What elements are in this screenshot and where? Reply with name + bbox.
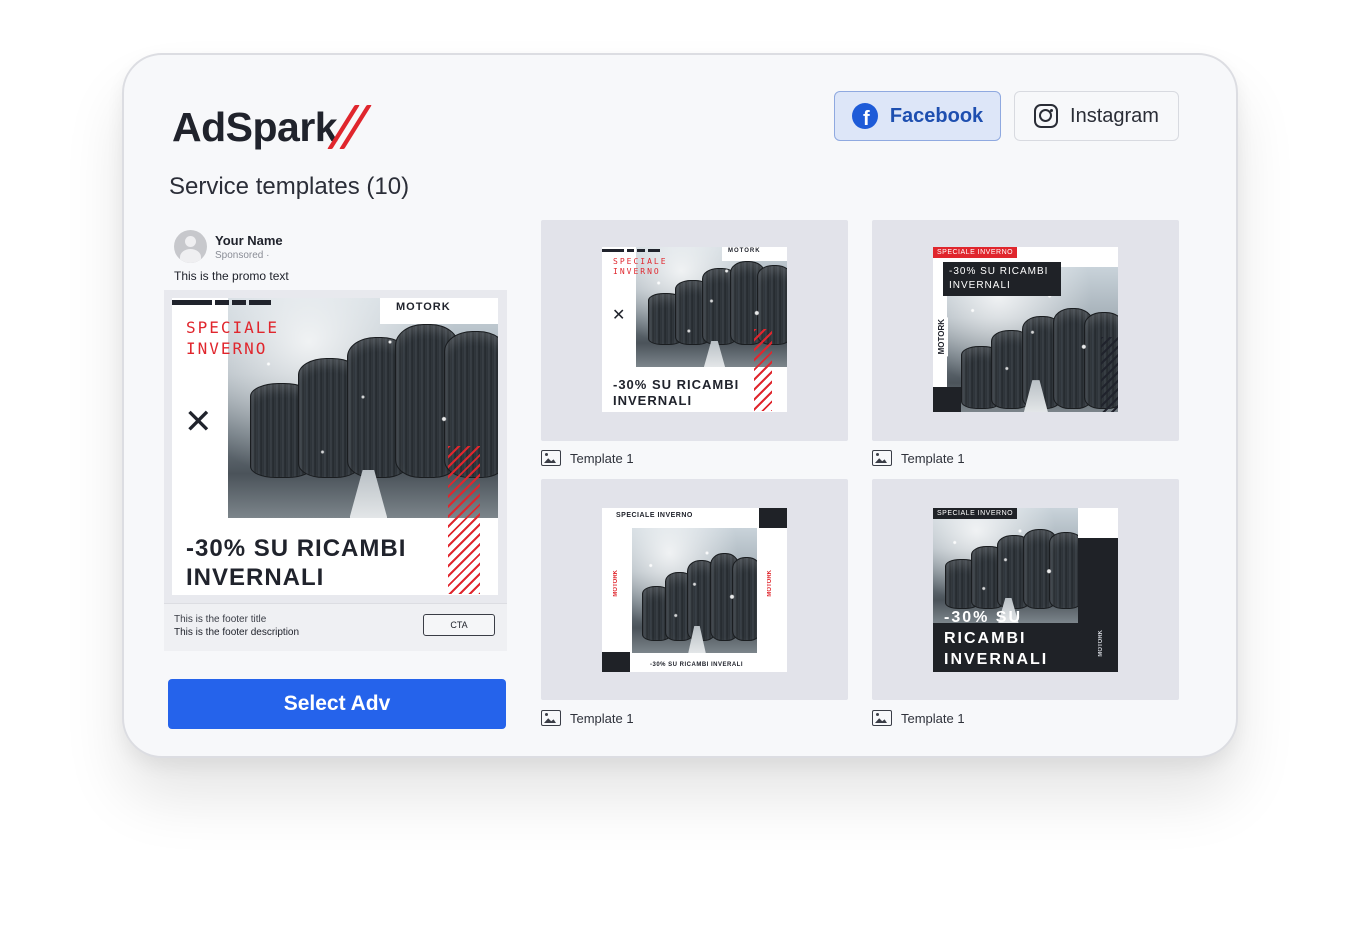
main-card: AdSpark f Facebook Instagram Service tem…: [122, 53, 1238, 758]
close-x-icon: ✕: [612, 307, 626, 324]
preview-headline: -30% SU RICAMBI INVERNALI: [186, 534, 406, 593]
preview-user-name: Your Name: [215, 232, 283, 248]
avatar: [174, 230, 207, 263]
instagram-icon: [1034, 104, 1059, 128]
template-label: Template 1: [541, 710, 634, 726]
template-card[interactable]: SPECIALE INVERNO -30% SU RICAMBI INVERNA…: [872, 479, 1179, 700]
motork-brand: MOTORK: [722, 247, 787, 261]
image-icon: [872, 450, 892, 466]
image-icon: [541, 450, 561, 466]
adspark-logo: AdSpark: [172, 97, 377, 157]
headline-line-2: INVERNALI: [186, 564, 325, 592]
stack-line-2: RICAMBI: [944, 629, 1027, 647]
logo-text: AdSpark: [172, 103, 338, 150]
preview-creative: MOTORK SPECIALE INVERNO ✕ -30% SU RICAMB…: [172, 298, 498, 595]
logo-badge: [602, 652, 630, 672]
motork-brand-vertical: MOTORK: [1098, 630, 1104, 657]
stack-line-1: -30% SU: [944, 609, 1023, 626]
tab-facebook[interactable]: f Facebook: [834, 91, 1001, 141]
close-x-icon: ✕: [184, 403, 213, 441]
stacked-headline: -30% SU RICAMBI INVERNALI: [944, 608, 1048, 670]
headline-line-1: -30% SU RICAMBI: [949, 266, 1049, 277]
speciale-inverno-tag: SPECIALE INVERNO: [933, 247, 1018, 258]
preview-sponsored: Sponsored ·: [215, 249, 270, 261]
tab-facebook-label: Facebook: [889, 104, 984, 127]
inline-headline: -30% SU RICAMBI INVERALI: [650, 662, 744, 668]
section-title: Service templates (10): [169, 173, 410, 200]
logo-badge: [933, 387, 961, 412]
template-card[interactable]: MOTORK SPECIALE INVERNO ✕ -30% SU RICAMB…: [541, 220, 848, 441]
speciale-inverno-text: SPECIALE INVERNO: [613, 257, 668, 278]
tires-photo: [632, 528, 757, 653]
preview-promo-text: This is the promo text: [174, 269, 289, 283]
lion-badge: [1078, 508, 1118, 538]
headline-line-1: -30% SU RICAMBI: [186, 535, 407, 562]
template-headline: -30% SU RICAMBI INVERNALI: [613, 377, 739, 409]
motork-brand-vertical: MOTORK: [767, 570, 773, 597]
headline-line-2: INVERNALI: [949, 279, 1011, 291]
image-icon: [872, 710, 892, 726]
template-label: Template 1: [872, 710, 965, 726]
template-creative: MOTORK SPECIALE INVERNO ✕ -30% SU RICAMB…: [602, 247, 787, 412]
ad-preview: Your Name Sponsored · This is the promo …: [164, 220, 507, 652]
hatch-decor: [1101, 337, 1118, 412]
red-line-1: SPECIALE: [613, 257, 668, 266]
logo-badge: [759, 508, 787, 528]
template-label: Template 1: [541, 450, 634, 466]
red-line-1: SPECIALE: [186, 318, 280, 337]
template-label-text: Template 1: [570, 710, 634, 726]
template-label-text: Template 1: [901, 450, 965, 466]
preview-creative-frame: MOTORK SPECIALE INVERNO ✕ -30% SU RICAMB…: [164, 290, 507, 603]
footer-description: This is the footer description: [174, 627, 300, 638]
headline-line-2: INVERNALI: [613, 392, 693, 408]
motork-brand: MOTORK: [380, 298, 498, 324]
template-creative: SPECIALE INVERNO MOTORK MOTORK -30% SU R…: [602, 508, 787, 672]
red-hatch-decor: [448, 446, 480, 594]
red-line-2: INVERNO: [186, 338, 268, 358]
logo-slashes-icon: [327, 100, 377, 154]
speciale-inverno-label: SPECIALE INVERNO: [616, 512, 693, 519]
speciale-inverno-text: SPECIALE INVERNO: [186, 318, 279, 360]
stack-line-3: INVERNALI: [944, 650, 1049, 668]
red-line-2: INVERNO: [613, 267, 661, 277]
template-creative: SPECIALE INVERNO -30% SU RICAMBI INVERNA…: [933, 508, 1118, 672]
speciale-inverno-tag: SPECIALE INVERNO: [933, 508, 1018, 519]
template-card[interactable]: SPECIALE INVERNO MOTORK MOTORK -30% SU R…: [541, 479, 848, 700]
template-label-text: Template 1: [570, 450, 634, 466]
preview-footer: This is the footer title This is the foo…: [164, 603, 507, 651]
cta-button[interactable]: CTA: [423, 614, 495, 636]
motork-brand-vertical: MOTORK: [935, 317, 948, 357]
template-card[interactable]: SPECIALE INVERNO -30% SU RICAMBI INVERNA…: [872, 220, 1179, 441]
tires-photo: [933, 508, 1078, 623]
template-label-text: Template 1: [901, 710, 965, 726]
select-adv-button[interactable]: Select Adv: [168, 679, 506, 729]
image-icon: [541, 710, 561, 726]
template-label: Template 1: [872, 450, 965, 466]
red-hatch-decor: [754, 329, 772, 411]
footer-title: This is the footer title: [174, 614, 267, 625]
motork-brand-vertical: MOTORK: [613, 570, 619, 597]
headline-line-1: -30% SU RICAMBI: [613, 377, 740, 392]
tab-instagram[interactable]: Instagram: [1014, 91, 1179, 141]
decor-bars: [172, 300, 272, 305]
headline-block: -30% SU RICAMBI INVERNALI: [943, 262, 1061, 296]
facebook-icon: f: [851, 103, 878, 129]
tab-instagram-label: Instagram: [1070, 104, 1159, 127]
preview-header: Your Name Sponsored ·: [174, 230, 283, 263]
template-creative: SPECIALE INVERNO -30% SU RICAMBI INVERNA…: [933, 247, 1118, 412]
